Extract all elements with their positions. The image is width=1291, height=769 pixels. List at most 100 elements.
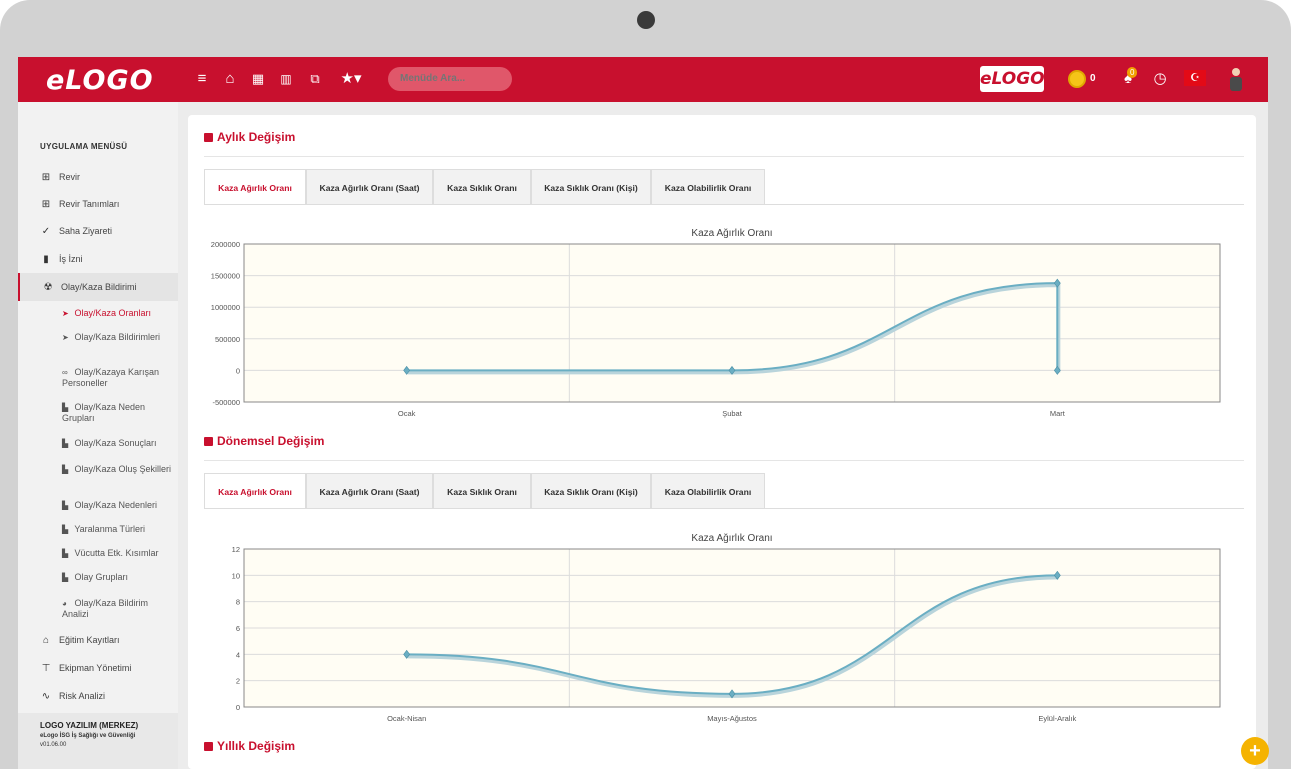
link-icon: ∞: [62, 368, 68, 377]
sidebar-subitem-6[interactable]: ▙ Olay/Kaza Nedenleri: [62, 500, 174, 511]
flag-icon[interactable]: ☪: [1184, 70, 1206, 86]
sidebar-item-label: Olay/Kaza Bildirimi: [61, 282, 137, 292]
sidebar-subitem-8[interactable]: ▙ Vücutta Etk. Kısımlar: [62, 548, 174, 559]
copy-icon[interactable]: ⧉: [305, 69, 325, 89]
elogo-badge[interactable]: eLOGO: [980, 66, 1045, 92]
bar-chart-icon[interactable]: ▥: [276, 69, 296, 89]
sidebar-subitem-0[interactable]: ➤ Olay/Kaza Oranları: [62, 308, 174, 319]
sidebar-item-label: İş İzni: [59, 254, 83, 264]
chart-square-icon: [204, 133, 213, 142]
sidebar-item-label: Ekipman Yönetimi: [59, 663, 132, 673]
product-name: eLogo İSG İş Sağlığı ve Güvenliği: [40, 733, 136, 739]
paint-roller-icon: ⊤: [41, 663, 51, 674]
main-content: Aylık Değişim Kaza Ağırlık Oranı Kaza Ağı…: [188, 115, 1256, 769]
folder-icon: ▙: [62, 549, 69, 558]
sidebar-subitem-5[interactable]: ▙ Olay/Kaza Oluş Şekilleri: [62, 464, 174, 475]
y-tick-label: 1000000: [211, 303, 240, 312]
document-icon: ▮: [43, 254, 49, 265]
arrow-icon: ➤: [62, 309, 69, 318]
section-title-monthly: Aylık Değişim: [204, 130, 295, 144]
tab-0[interactable]: Kaza Ağırlık Oranı: [204, 473, 306, 509]
tab-2[interactable]: Kaza Sıklık Oranı: [433, 473, 531, 509]
menu-icon[interactable]: ≡: [192, 69, 212, 89]
menu-search-input[interactable]: [388, 67, 512, 91]
tab-4[interactable]: Kaza Olabilirlik Oranı: [651, 473, 765, 509]
tab-1[interactable]: Kaza Ağırlık Oranı (Saat): [306, 473, 433, 509]
sidebar-subitem-label: Yaralanma Türleri: [74, 524, 146, 534]
sidebar-subitem-4[interactable]: ▙ Olay/Kaza Sonuçları: [62, 438, 174, 449]
sidebar-item-bottom-1[interactable]: ⊤ Ekipman Yönetimi: [18, 663, 178, 679]
y-tick-label: 2000000: [211, 240, 240, 249]
chart-square-icon: [204, 437, 213, 446]
periodic-chart: Kaza Ağırlık Oranı 0 2 4 6 8 10 12 Ocak-Nisan May…: [232, 533, 1221, 723]
add-fab-button[interactable]: +: [1240, 736, 1270, 766]
plus-icon: +: [1249, 740, 1261, 762]
sidebar: UYGULAMA MENÜSÜ ⊞ Revir ⊞ Revir Tanımları ✓ S…: [18, 102, 178, 769]
brand-logo[interactable]: eLOGO: [46, 65, 154, 96]
arrow-icon: ➤: [62, 333, 69, 342]
sidebar-item-label: Revir Tanımları: [59, 199, 120, 209]
sidebar-item-label: Eğitim Kayıtları: [59, 635, 120, 645]
sidebar-item-0[interactable]: ⊞ Revir: [18, 163, 178, 191]
sidebar-subitem-10[interactable]: ◕ Olay/Kaza Bildirim Analizi: [62, 598, 174, 619]
y-tick-label: 6: [236, 624, 240, 633]
x-tick-label: Mayıs-Ağustos: [707, 714, 757, 723]
device-bezel: eLOGO ≡ ⌂ ▦ ▥ ⧉ ★▾ eLOGO 0 ♠ 0 ◷ ☪ UYGUL…: [0, 0, 1291, 769]
y-tick-label: 2: [236, 677, 240, 686]
sidebar-subitem-label: Vücutta Etk. Kısımlar: [74, 548, 159, 558]
top-navbar: eLOGO ≡ ⌂ ▦ ▥ ⧉ ★▾ eLOGO 0 ♠ 0 ◷ ☪: [18, 57, 1268, 102]
chart-title: Kaza Ağırlık Oranı: [691, 228, 772, 239]
y-tick-label: 4: [236, 650, 240, 659]
y-tick-label: 8: [236, 598, 240, 607]
sidebar-item-1[interactable]: ⊞ Revir Tanımları: [18, 190, 178, 218]
sidebar-item-bottom-0[interactable]: ⌂ Eğitim Kayıtları: [18, 635, 178, 651]
folder-icon: ▙: [62, 573, 69, 582]
sidebar-subitem-2[interactable]: ∞ Olay/Kazaya Karışan Personeller: [62, 367, 174, 388]
sidebar-footer: LOGO YAZILIM (MERKEZ) eLogo İSG İş Sağlı…: [18, 713, 178, 769]
clock-icon[interactable]: ◷: [1150, 69, 1170, 89]
double-check-icon: ✓: [41, 226, 51, 237]
sidebar-item-2[interactable]: ✓ Saha Ziyareti: [18, 217, 178, 245]
sidebar-subitem-label: Olay/Kazaya Karışan Personeller: [62, 367, 160, 388]
x-tick-label: Mart: [1050, 409, 1066, 418]
sidebar-item-4[interactable]: ☢ Olay/Kaza Bildirimi: [18, 273, 178, 301]
divider: [204, 156, 1244, 157]
user-avatar-icon[interactable]: [1228, 67, 1244, 91]
monthly-chart: Kaza Ağırlık Oranı -500000 0 500000 1000000 1…: [211, 228, 1221, 418]
tab-3[interactable]: Kaza Sıklık Oranı (Kişi): [531, 169, 651, 205]
section-title-periodic-label: Dönemsel Değişim: [217, 434, 325, 448]
tab-3[interactable]: Kaza Sıklık Oranı (Kişi): [531, 473, 651, 509]
folder-icon: ▙: [62, 525, 69, 534]
sidebar-subitem-9[interactable]: ▙ Olay Grupları: [62, 572, 174, 583]
sidebar-item-label: Saha Ziyareti: [59, 226, 113, 236]
tab-0[interactable]: Kaza Ağırlık Oranı: [204, 169, 306, 205]
y-tick-label: 0: [236, 703, 240, 712]
tab-1[interactable]: Kaza Ağırlık Oranı (Saat): [306, 169, 433, 205]
calendar-icon[interactable]: ▦: [248, 69, 268, 89]
camera-dot: [637, 11, 655, 29]
sidebar-subitem-7[interactable]: ▙ Yaralanma Türleri: [62, 524, 174, 535]
y-tick-label: 1500000: [211, 272, 240, 281]
star-icon[interactable]: ★▾: [336, 69, 366, 89]
tab-2[interactable]: Kaza Sıklık Oranı: [433, 169, 531, 205]
tab-4[interactable]: Kaza Olabilirlik Oranı: [651, 169, 765, 205]
sidebar-item-3[interactable]: ▮ İş İzni: [18, 245, 178, 273]
tab-underline: [204, 204, 1244, 205]
y-tick-label: 12: [232, 545, 240, 554]
y-tick-label: -500000: [212, 398, 240, 407]
sidebar-item-label: Revir: [59, 172, 81, 182]
sidebar-subitem-1[interactable]: ➤ Olay/Kaza Bildirimleri: [62, 332, 174, 343]
folder-icon: ▙: [62, 501, 69, 510]
sidebar-item-bottom-2[interactable]: ∿ Risk Analizi: [18, 691, 178, 707]
y-tick-label: 10: [232, 571, 240, 580]
x-tick-label: Ocak: [398, 409, 416, 418]
pulse-icon: ∿: [41, 691, 51, 702]
home-icon[interactable]: ⌂: [220, 69, 240, 89]
chart-title: Kaza Ağırlık Oranı: [691, 533, 772, 544]
folder-icon: ▙: [62, 403, 69, 412]
coins-icon[interactable]: [1068, 70, 1086, 88]
chart-square-icon: [204, 742, 213, 751]
sidebar-subitem-3[interactable]: ▙ Olay/Kaza Neden Grupları: [62, 402, 174, 423]
y-tick-label: 500000: [215, 335, 240, 344]
sidebar-subitem-label: Olay/Kaza Bildirim Analizi: [62, 598, 149, 619]
